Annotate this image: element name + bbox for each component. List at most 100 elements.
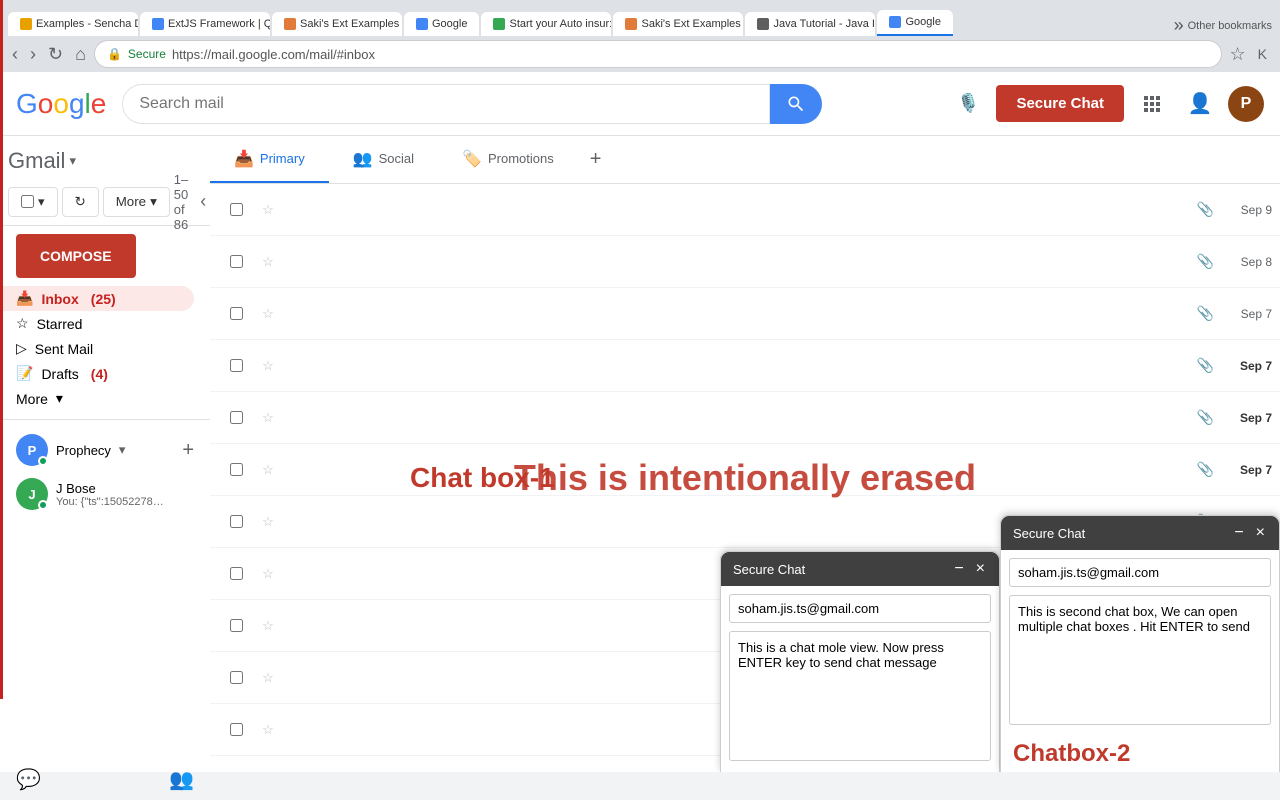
back-button[interactable]: ‹: [8, 40, 22, 69]
more-button[interactable]: More ▾: [103, 187, 170, 217]
chatbox-1-minimize-button[interactable]: −: [952, 560, 965, 578]
tab-label-5: Saki's Ext Examples P:: [641, 18, 743, 30]
row-checkbox-6[interactable]: [218, 515, 254, 528]
row-checkbox-10[interactable]: [218, 723, 254, 736]
chat-icon-btn[interactable]: 💬: [16, 767, 41, 772]
browser-tab-6[interactable]: Java Tutorial - Java In:: [745, 12, 875, 36]
row-checkbox-0[interactable]: [218, 203, 254, 216]
browser-tab-5[interactable]: Saki's Ext Examples P:: [613, 12, 743, 36]
attachment-icon: 📎: [1197, 305, 1214, 322]
row-checkbox-8[interactable]: [218, 619, 254, 632]
row-meta-0: 📎 Sep 9: [1197, 201, 1272, 218]
sidebar-item-starred[interactable]: ☆ Starred: [0, 311, 194, 336]
reload-button[interactable]: ↻: [44, 40, 67, 69]
row-star-3[interactable]: ☆: [254, 358, 282, 374]
add-tab-button[interactable]: +: [578, 136, 614, 183]
sidebar-item-inbox[interactable]: 📥 Inbox (25): [0, 286, 194, 311]
browser-tab-2[interactable]: Saki's Ext Examples P:: [272, 12, 402, 36]
row-checkbox-9[interactable]: [218, 671, 254, 684]
browser-tab-1[interactable]: ExtJS Framework | Q:: [140, 12, 270, 36]
select-all-checkbox[interactable]: [21, 195, 34, 208]
row-star-4[interactable]: ☆: [254, 410, 282, 426]
forward-button[interactable]: ›: [26, 40, 40, 69]
table-row[interactable]: ☆ 📎 Sep 7: [210, 288, 1280, 340]
chat-user-jbose[interactable]: J J Bose You: {"ts":150522785633: [16, 472, 194, 516]
row-star-0[interactable]: ☆: [254, 202, 282, 218]
attachment-icon: 📎: [1197, 409, 1214, 426]
table-row[interactable]: ☆ 📎 Sep 8: [210, 236, 1280, 288]
account-icon-btn[interactable]: 👤: [1180, 84, 1220, 124]
search-button[interactable]: [770, 84, 822, 124]
tab-promotions[interactable]: 🏷️ Promotions: [438, 136, 578, 183]
chatbox-2-message-input[interactable]: [1009, 595, 1271, 725]
prev-page-button[interactable]: ‹: [196, 187, 210, 216]
contacts-icon-btn[interactable]: 👥: [169, 767, 194, 772]
table-row[interactable]: ☆ 📎 Sep 7: [210, 340, 1280, 392]
tab-primary[interactable]: 📥 Primary: [210, 136, 329, 183]
sidebar-item-drafts[interactable]: 📝 Drafts (4): [0, 361, 194, 386]
dropdown-arrow-icon[interactable]: ▾: [38, 194, 45, 210]
browser-tab-0[interactable]: Examples - Sencha D: [8, 12, 138, 36]
add-chat-button[interactable]: +: [182, 439, 194, 462]
row-star-1[interactable]: ☆: [254, 254, 282, 270]
chatbox-1-message-container: [729, 631, 991, 764]
primary-tab-label: Primary: [260, 151, 305, 166]
table-row[interactable]: ☆ 📎 Sep 9: [210, 184, 1280, 236]
compose-button[interactable]: COMPOSE: [16, 234, 136, 278]
row-star-5[interactable]: ☆: [254, 462, 282, 478]
starred-label: Starred: [37, 316, 83, 332]
row-star-2[interactable]: ☆: [254, 306, 282, 322]
tab-social[interactable]: 👥 Social: [329, 136, 438, 183]
browser-chrome: Examples - Sencha D ExtJS Framework | Q:…: [0, 0, 1280, 72]
browser-menu-btn[interactable]: K: [1254, 42, 1272, 66]
row-star-10[interactable]: ☆: [254, 722, 282, 738]
refresh-button[interactable]: ↻: [62, 187, 99, 217]
row-checkbox-7[interactable]: [218, 567, 254, 580]
row-checkbox-3[interactable]: [218, 359, 254, 372]
chatbox-1-close-button[interactable]: ×: [974, 560, 987, 578]
chat-user-prophecy[interactable]: P Prophecy ▾: [16, 428, 125, 472]
logo-text: Google: [16, 88, 106, 120]
more-tabs-btn[interactable]: »: [1174, 15, 1184, 36]
microphone-icon-btn[interactable]: 🎙️: [948, 84, 988, 124]
inbox-label: Inbox: [41, 291, 78, 307]
row-star-7[interactable]: ☆: [254, 566, 282, 582]
browser-tab-7[interactable]: Google: [877, 10, 952, 36]
chatbox-2-header[interactable]: Secure Chat − ×: [1001, 516, 1279, 550]
gmail-dropdown-icon[interactable]: ▾: [69, 153, 76, 169]
row-date-3: Sep 7: [1222, 359, 1272, 373]
browser-tab-4[interactable]: Start your Auto insur:: [481, 12, 611, 36]
browser-tab-3[interactable]: Google: [404, 12, 479, 36]
row-checkbox-5[interactable]: [218, 463, 254, 476]
sidebar-item-sent[interactable]: ▷ Sent Mail: [0, 336, 194, 361]
chatbox-2-minimize-button[interactable]: −: [1232, 524, 1245, 542]
search-input[interactable]: [139, 95, 753, 113]
table-row[interactable]: ☆ 📎 Sep 7: [210, 392, 1280, 444]
sent-label: Sent Mail: [35, 341, 93, 357]
bookmark-star-btn[interactable]: ☆: [1226, 40, 1250, 69]
avatar[interactable]: P: [1228, 86, 1264, 122]
row-star-6[interactable]: ☆: [254, 514, 282, 530]
home-button[interactable]: ⌂: [71, 40, 90, 69]
drafts-icon: 📝: [16, 365, 33, 382]
url-bar[interactable]: 🔒 Secure https://mail.google.com/mail/#i…: [94, 40, 1222, 68]
row-star-9[interactable]: ☆: [254, 670, 282, 686]
promotions-tab-label: Promotions: [488, 151, 554, 166]
row-star-8[interactable]: ☆: [254, 618, 282, 634]
more-nav-label: More: [16, 391, 48, 407]
chatbox-1-message-input[interactable]: [729, 631, 991, 761]
chatbox-2-email-container: [1009, 558, 1271, 587]
row-checkbox-1[interactable]: [218, 255, 254, 268]
sidebar-item-more[interactable]: More ▾: [0, 386, 194, 411]
secure-chat-header-button[interactable]: Secure Chat: [996, 85, 1124, 122]
row-checkbox-4[interactable]: [218, 411, 254, 424]
apps-icon-btn[interactable]: [1132, 84, 1172, 124]
chatbox-1-email-input[interactable]: [730, 595, 990, 622]
more-nav-arrow-icon: ▾: [56, 390, 63, 407]
table-row[interactable]: ☆ 📎 Sep 7: [210, 444, 1280, 496]
select-dropdown-btn[interactable]: ▾: [8, 187, 58, 217]
chatbox-1-header[interactable]: Secure Chat − ×: [721, 552, 999, 586]
chatbox-2-close-button[interactable]: ×: [1254, 524, 1267, 542]
row-checkbox-2[interactable]: [218, 307, 254, 320]
chatbox-2-email-input[interactable]: [1010, 559, 1270, 586]
